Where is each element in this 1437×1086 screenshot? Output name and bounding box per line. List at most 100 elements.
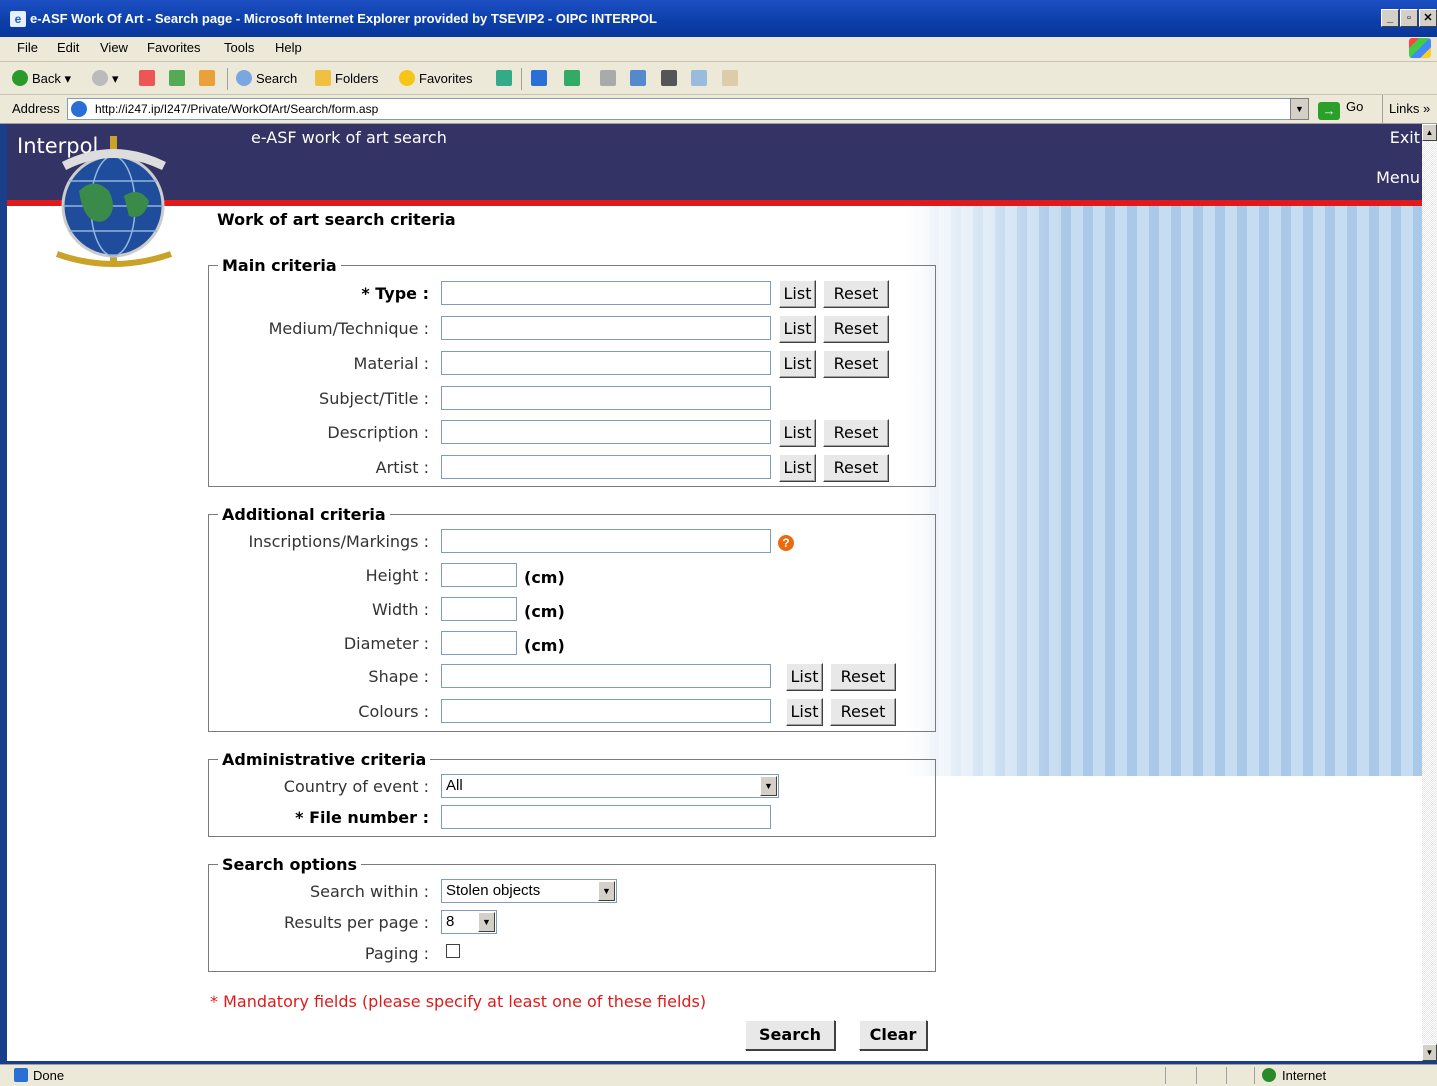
search-within-label: Search within : xyxy=(309,882,429,901)
height-row: Height : (cm) xyxy=(209,560,935,588)
search-button[interactable]: Search xyxy=(236,70,297,86)
search-within-select[interactable]: Stolen objects ▼ xyxy=(441,879,617,903)
main-criteria-fieldset: Main criteria * Type : List Reset Medium… xyxy=(208,256,936,487)
clear-button[interactable]: Clear xyxy=(859,1020,927,1050)
chevron-down-icon[interactable]: ▼ xyxy=(478,912,495,932)
favorites-label: Favorites xyxy=(419,71,473,86)
type-list-button[interactable]: List xyxy=(779,280,816,308)
paging-checkbox[interactable] xyxy=(446,944,460,958)
medium-list-button[interactable]: List xyxy=(779,315,816,343)
status-cell xyxy=(1226,1067,1227,1084)
fonts-icon[interactable] xyxy=(564,70,580,86)
description-reset-button[interactable]: Reset xyxy=(823,419,889,447)
subject-input[interactable] xyxy=(441,386,771,410)
paste-icon[interactable] xyxy=(722,70,738,86)
description-label: Description : xyxy=(327,423,429,442)
type-reset-button[interactable]: Reset xyxy=(823,280,889,308)
inscriptions-row: Inscriptions/Markings : ? xyxy=(209,526,935,554)
help-icon[interactable]: ? xyxy=(778,535,794,551)
results-per-page-select[interactable]: 8 ▼ xyxy=(441,910,497,934)
medium-input[interactable] xyxy=(441,316,771,340)
file-number-input[interactable] xyxy=(441,805,771,829)
close-window-button[interactable]: ✕ xyxy=(1419,9,1437,27)
paging-row: Paging : xyxy=(209,938,935,966)
diameter-input[interactable] xyxy=(441,631,517,655)
menu-favorites[interactable]: Favorites xyxy=(147,40,200,55)
width-input[interactable] xyxy=(441,597,517,621)
country-select[interactable]: All ▼ xyxy=(441,774,779,798)
home-icon[interactable] xyxy=(199,70,215,86)
chevron-down-icon[interactable]: ▼ xyxy=(598,881,615,901)
menu-view[interactable]: View xyxy=(100,40,128,55)
diameter-row: Diameter : (cm) xyxy=(209,628,935,656)
colours-input[interactable] xyxy=(441,699,771,723)
width-unit: (cm) xyxy=(524,602,565,621)
forward-arrow-icon xyxy=(92,70,108,86)
artist-list-button[interactable]: List xyxy=(779,454,816,482)
description-list-button[interactable]: List xyxy=(779,419,816,447)
minimize-button[interactable]: _ xyxy=(1381,9,1399,27)
menu-file[interactable]: File xyxy=(17,40,38,55)
address-input[interactable]: http://i247.ip/I247/Private/WorkOfArt/Se… xyxy=(67,98,1309,120)
material-input[interactable] xyxy=(441,351,771,375)
height-input[interactable] xyxy=(441,563,517,587)
shape-list-button[interactable]: List xyxy=(786,663,823,691)
material-list-button[interactable]: List xyxy=(779,350,816,378)
app-title: e-ASF work of art search xyxy=(251,128,447,147)
folders-button[interactable]: Folders xyxy=(315,70,378,86)
artist-input[interactable] xyxy=(441,455,771,479)
address-dropdown-arrow[interactable]: ▼ xyxy=(1290,98,1309,120)
type-input[interactable] xyxy=(441,281,771,305)
history-icon[interactable] xyxy=(496,70,512,86)
go-label: Go xyxy=(1346,99,1364,114)
search-submit-button[interactable]: Search xyxy=(745,1020,835,1050)
description-input[interactable] xyxy=(441,420,771,444)
menu-help[interactable]: Help xyxy=(275,40,302,55)
menu-edit[interactable]: Edit xyxy=(57,40,79,55)
colours-list-button[interactable]: List xyxy=(786,698,823,726)
inscriptions-input[interactable] xyxy=(441,529,771,553)
chevron-down-icon[interactable]: ▼ xyxy=(760,776,777,796)
stop-icon[interactable] xyxy=(139,70,155,86)
maximize-button[interactable]: ▫ xyxy=(1400,9,1418,27)
exit-link[interactable]: Exit xyxy=(1390,128,1420,147)
page-title: Work of art search criteria xyxy=(217,210,456,229)
refresh-icon[interactable] xyxy=(169,70,185,86)
zone-label: Internet xyxy=(1282,1068,1327,1083)
links-button[interactable]: Links » xyxy=(1382,95,1430,123)
search-options-fieldset: Search options Search within : Stolen ob… xyxy=(208,855,936,972)
colours-reset-button[interactable]: Reset xyxy=(830,698,896,726)
shape-input[interactable] xyxy=(441,664,771,688)
additional-criteria-legend: Additional criteria xyxy=(218,505,390,524)
scroll-up-arrow-icon[interactable]: ▲ xyxy=(1422,124,1437,141)
artist-reset-button[interactable]: Reset xyxy=(823,454,889,482)
search-within-row: Search within : Stolen objects ▼ xyxy=(209,876,935,904)
page-viewport: Interpol e-ASF work of art search Exit M… xyxy=(7,124,1422,1061)
menu-tools[interactable]: Tools xyxy=(224,40,254,55)
browser-toolbar: Back ▾ ▾ Search Folders Favorites xyxy=(0,62,1437,95)
go-button[interactable]: → Go xyxy=(1318,99,1363,120)
mandatory-fields-note: * Mandatory fields (please specify at le… xyxy=(210,992,707,1011)
colours-label: Colours : xyxy=(358,702,429,721)
status-text: Done xyxy=(14,1068,64,1083)
edit-page-icon[interactable] xyxy=(630,70,646,86)
menu-link[interactable]: Menu xyxy=(1376,168,1420,187)
cut-icon[interactable] xyxy=(661,70,677,86)
medium-reset-button[interactable]: Reset xyxy=(823,315,889,343)
interpol-emblem-icon xyxy=(55,136,172,267)
favorites-button[interactable]: Favorites xyxy=(399,70,472,86)
status-cell xyxy=(1254,1067,1255,1084)
material-reset-button[interactable]: Reset xyxy=(823,350,889,378)
back-button[interactable]: Back ▾ xyxy=(12,70,71,87)
forward-button[interactable]: ▾ xyxy=(92,70,119,87)
shape-reset-button[interactable]: Reset xyxy=(830,663,896,691)
media-icon[interactable] xyxy=(531,70,547,86)
window-title-bar: e e-ASF Work Of Art - Search page - Micr… xyxy=(0,0,1437,37)
vertical-scrollbar[interactable]: ▲ ▼ xyxy=(1422,124,1437,1061)
scroll-down-arrow-icon[interactable]: ▼ xyxy=(1422,1044,1437,1061)
copy-icon[interactable] xyxy=(691,70,707,86)
artist-row: Artist : List Reset xyxy=(209,452,935,482)
country-row: Country of event : All ▼ xyxy=(209,771,935,799)
print-icon[interactable] xyxy=(600,70,616,86)
material-label: Material : xyxy=(353,354,429,373)
